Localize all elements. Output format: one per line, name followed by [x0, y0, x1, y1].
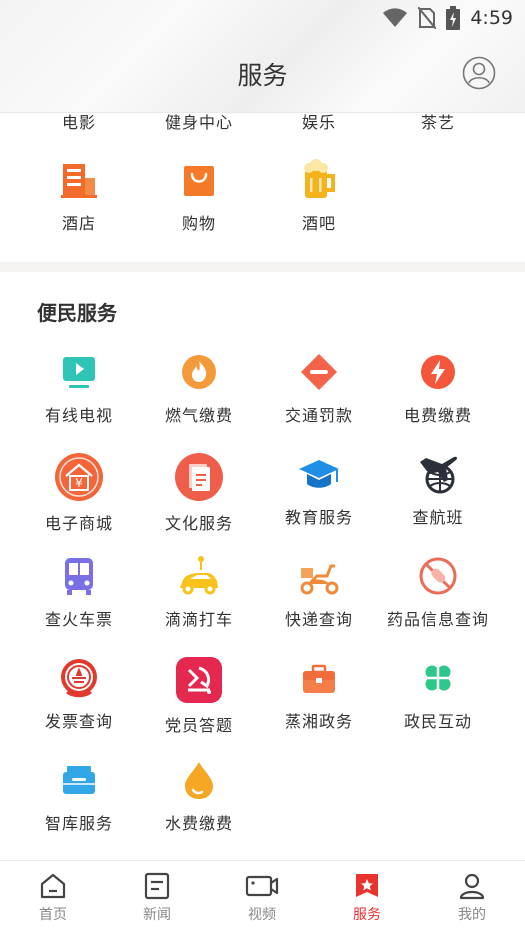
- section-title-convenience: 便民服务: [37, 301, 117, 325]
- car-icon: [180, 556, 218, 595]
- service-item-entertainment[interactable]: 娱乐: [259, 112, 379, 133]
- tab-home[interactable]: 首页: [18, 871, 88, 924]
- tv-icon: [63, 357, 95, 388]
- person-icon: [459, 873, 485, 900]
- service-item-didi-taxi[interactable]: 滴滴打车: [139, 554, 259, 630]
- lightning-icon: [421, 355, 455, 389]
- service-item-invoice[interactable]: 发票查询: [19, 656, 139, 732]
- service-item-traffic-fine[interactable]: 交通罚款: [259, 350, 379, 426]
- service-item-government-affairs[interactable]: 蒸湘政务: [259, 656, 379, 732]
- tab-label: 视频: [248, 907, 276, 923]
- service-item-culture[interactable]: 文化服务: [139, 452, 259, 534]
- news-icon: [144, 872, 170, 900]
- service-label: 发票查询: [44, 712, 113, 731]
- service-item-e-mall[interactable]: ¥ 电子商城: [19, 452, 139, 534]
- tab-video[interactable]: 视频: [227, 871, 297, 924]
- service-item-express[interactable]: 快递查询: [259, 554, 379, 630]
- service-label: 党员答题: [164, 716, 233, 735]
- service-icon: [356, 874, 378, 897]
- service-label: 电费缴费: [403, 406, 472, 425]
- service-label: 文化服务: [164, 514, 233, 533]
- tab-label: 我的: [458, 907, 486, 923]
- page-title: 服务: [237, 61, 288, 90]
- service-label: 药品信息查询: [386, 610, 489, 629]
- video-icon: [245, 875, 279, 897]
- profile-icon[interactable]: [462, 56, 496, 90]
- service-label: 智库服务: [44, 814, 113, 833]
- service-label: 蒸湘政务: [284, 712, 353, 731]
- tab-news[interactable]: 新闻: [122, 871, 192, 924]
- wifi-icon: [383, 8, 408, 27]
- service-label: 查航班: [412, 508, 464, 527]
- service-item-water-payment[interactable]: 水费缴费: [139, 758, 259, 834]
- tab-label: 新闻: [143, 907, 171, 923]
- bus-icon: [65, 558, 93, 595]
- service-label: 购物: [181, 214, 216, 233]
- section-divider: [0, 262, 525, 272]
- emblem-icon: [61, 659, 97, 698]
- beer-mug-icon: [304, 159, 335, 198]
- svg-text:¥: ¥: [75, 476, 83, 490]
- service-item-train-ticket[interactable]: 查火车票: [19, 554, 139, 630]
- service-item-drug-info[interactable]: 药品信息查询: [378, 554, 498, 630]
- battery-charging-icon: [446, 6, 461, 30]
- service-item-bar[interactable]: 酒吧: [259, 158, 379, 234]
- tab-service[interactable]: 服务: [332, 871, 402, 924]
- tab-label: 服务: [353, 907, 381, 923]
- water-drop-icon: [185, 762, 213, 799]
- service-content[interactable]: 电影 健身中心 娱乐 茶艺 酒店 购物 酒吧 便民服务 有线电视 燃气缴费 交通…: [0, 112, 525, 860]
- service-item-movie[interactable]: 电影: [19, 112, 139, 133]
- tab-label: 首页: [39, 907, 67, 923]
- service-label: 娱乐: [301, 113, 336, 132]
- service-item-hotel[interactable]: 酒店: [19, 158, 139, 234]
- no-sim-icon: [418, 7, 437, 29]
- service-label: 查火车票: [44, 610, 113, 629]
- bottom-tab-bar: 首页 新闻 视频 服务 我的: [0, 860, 525, 934]
- service-item-think-tank[interactable]: 智库服务: [19, 758, 139, 834]
- service-item-electric-payment[interactable]: 电费缴费: [378, 350, 498, 426]
- service-label: 电影: [61, 113, 96, 132]
- scooter-icon: [300, 564, 339, 595]
- header-bar: 4:59 服务: [0, 0, 525, 113]
- service-item-flight[interactable]: 查航班: [378, 452, 498, 528]
- service-item-citizen-interaction[interactable]: 政民互动: [378, 656, 498, 732]
- service-item-party-quiz[interactable]: 党员答题: [139, 656, 259, 736]
- service-label: 政民互动: [403, 712, 472, 731]
- hotel-icon: [61, 164, 97, 198]
- status-time: 4:59: [470, 7, 513, 29]
- service-item-cable-tv[interactable]: 有线电视: [19, 350, 139, 426]
- graduation-cap-icon: [299, 460, 339, 488]
- service-item-shopping[interactable]: 购物: [139, 158, 259, 234]
- shopping-bag-icon: [184, 166, 214, 196]
- service-label: 电子商城: [44, 514, 113, 533]
- archive-box-icon: [63, 766, 95, 794]
- service-label: 酒店: [61, 214, 96, 233]
- culture-icon: [175, 453, 223, 501]
- service-label: 有线电视: [44, 406, 113, 425]
- airplane-icon: [420, 456, 458, 494]
- tab-mine[interactable]: 我的: [437, 871, 507, 924]
- service-label: 酒吧: [301, 214, 336, 233]
- clover-icon: [425, 665, 451, 691]
- mall-icon: ¥: [55, 453, 103, 501]
- briefcase-icon: [303, 664, 335, 693]
- service-item-education[interactable]: 教育服务: [259, 452, 379, 528]
- service-item-tea[interactable]: 茶艺: [378, 112, 498, 133]
- service-label: 滴滴打车: [164, 610, 233, 629]
- service-label: 快递查询: [284, 610, 353, 629]
- traffic-sign-icon: [301, 354, 337, 390]
- party-icon: [176, 657, 222, 703]
- service-item-fitness[interactable]: 健身中心: [139, 112, 259, 133]
- home-icon: [40, 873, 66, 899]
- service-label: 水费缴费: [164, 814, 233, 833]
- service-label: 健身中心: [164, 113, 233, 132]
- service-label: 教育服务: [284, 508, 353, 527]
- service-label: 茶艺: [420, 113, 455, 132]
- gas-flame-icon: [182, 355, 216, 389]
- service-label: 交通罚款: [284, 406, 353, 425]
- service-item-gas-payment[interactable]: 燃气缴费: [139, 350, 259, 426]
- status-bar: 4:59: [382, 6, 513, 30]
- service-label: 燃气缴费: [164, 406, 233, 425]
- pill-icon: [419, 557, 457, 595]
